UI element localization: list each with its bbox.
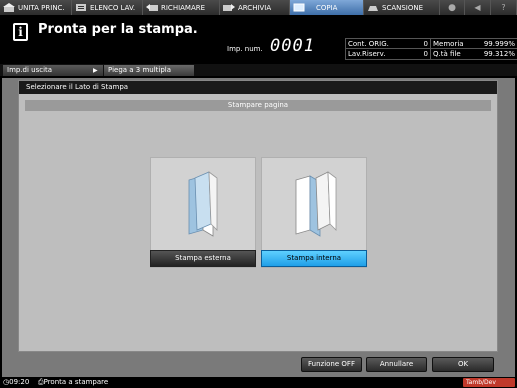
info-icon: i [13,23,28,41]
tab-copia[interactable]: COPIA [290,0,364,15]
status-footer: ◷09:20 ⎙Pronta a stampare Tamb/Dev [0,377,517,388]
memory-value: 99.999% [483,40,515,48]
option-print-outside[interactable]: Stampa esterna [150,157,256,268]
globe-button[interactable]: ● [440,0,465,15]
breadcrumb-output-settings[interactable]: Imp.di uscita [3,65,103,76]
tab-label: RICHIAMARE [161,3,206,12]
cancel-button[interactable]: Annullare [366,357,427,372]
copy-icon [293,3,305,12]
tab-richiamare[interactable]: RICHIAMARE [143,0,220,15]
function-off-button[interactable]: Funzione OFF [301,357,362,372]
tab-label: COPIA [316,3,338,12]
scan-icon [368,6,378,11]
tab-label: SCANSIONE [382,3,424,12]
volume-button[interactable]: ◀ [465,0,491,15]
copies-count: 0001 [270,36,315,56]
print-inside-button[interactable]: Stampa interna [261,250,367,267]
reserved-jobs-label: Lav.Riserv. [348,50,386,58]
job-list-icon [76,4,86,11]
speaker-icon: ◀ [474,3,481,12]
reserved-jobs-value: 0 [423,50,428,58]
breadcrumb-multi-trifold[interactable]: Piega a 3 multipla [104,65,194,76]
tab-elenco-lav[interactable]: ELENCO LAV. [72,0,143,15]
memory-label: Memoria [433,40,464,48]
option-print-inside[interactable]: Stampa interna [261,157,367,268]
help-icon: ? [501,3,506,12]
ok-button[interactable]: OK [432,357,494,372]
globe-icon: ● [448,2,456,13]
top-tab-bar: UNITA PRINC. ELENCO LAV. RICHIAMARE ARCH… [0,0,517,15]
drum-dev-badge[interactable]: Tamb/Dev [463,378,515,387]
time-text: 09:20 [9,378,30,386]
dialog-title: Selezionare il Lato di Stampa [19,81,497,94]
copies-label: Imp. num. [227,45,263,53]
trifold-outside-icon [188,171,218,237]
orig-count-label: Cont. ORIG. [348,40,389,48]
home-icon [3,3,15,12]
file-quota-value: 99.312% [483,50,515,58]
help-button[interactable]: ? [491,0,517,15]
tab-label: ELENCO LAV. [90,3,136,12]
recall-icon [146,4,158,11]
breadcrumb: Imp.di uscita ▶ Piega a 3 multipla [0,64,517,76]
print-outside-button[interactable]: Stampa esterna [150,250,256,267]
file-quota-label: Q.tà file [433,50,461,58]
tab-label: ARCHIVIA [238,3,272,12]
tab-scansione[interactable]: SCANSIONE [364,0,440,15]
section-header: Stampare pagina [25,100,491,111]
breadcrumb-arrow-icon: ▶ [93,67,98,74]
tab-label: UNITA PRINC. [18,3,65,12]
printer-status: ⎙Pronta a stampare [38,377,108,388]
archive-icon [223,4,235,11]
orig-count-value: 0 [423,40,428,48]
clock: ◷09:20 [3,377,29,388]
tab-archivia[interactable]: ARCHIVIA [220,0,290,15]
trifold-inside-icon [295,171,337,237]
printer-status-text: Pronta a stampare [43,378,109,386]
status-header: i Pronta per la stampa. Imp. num. 0001 C… [0,15,517,62]
counters-panel: Cont. ORIG. 0 Memoria 99.999% Lav.Riserv. 0… [345,38,517,60]
tab-unita-princ[interactable]: UNITA PRINC. [0,0,72,15]
print-side-dialog: Selezionare il Lato di Stampa Stampare p… [18,80,498,352]
status-message: Pronta per la stampa. [38,22,198,37]
